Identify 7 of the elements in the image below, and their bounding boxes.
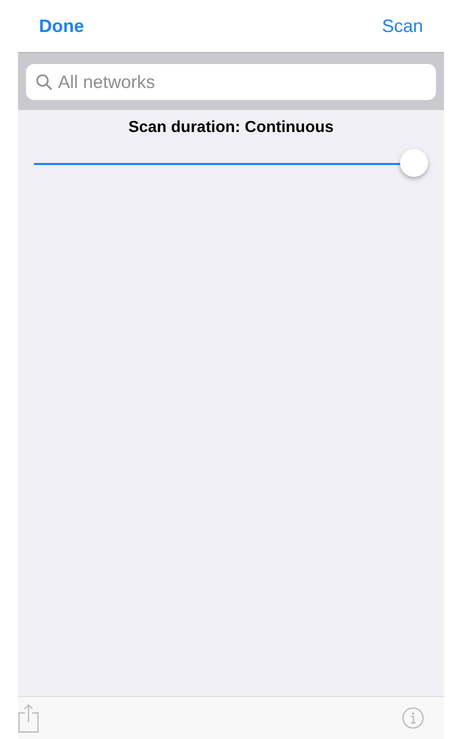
search-field[interactable]: All networks xyxy=(26,64,436,100)
info-icon[interactable] xyxy=(402,707,424,729)
scan-duration-label: Scan duration: Continuous xyxy=(128,119,334,137)
scan-button[interactable]: Scan xyxy=(382,16,423,36)
slider-thumb[interactable] xyxy=(400,149,428,177)
share-icon[interactable] xyxy=(18,703,39,733)
done-button[interactable]: Done xyxy=(39,16,84,36)
